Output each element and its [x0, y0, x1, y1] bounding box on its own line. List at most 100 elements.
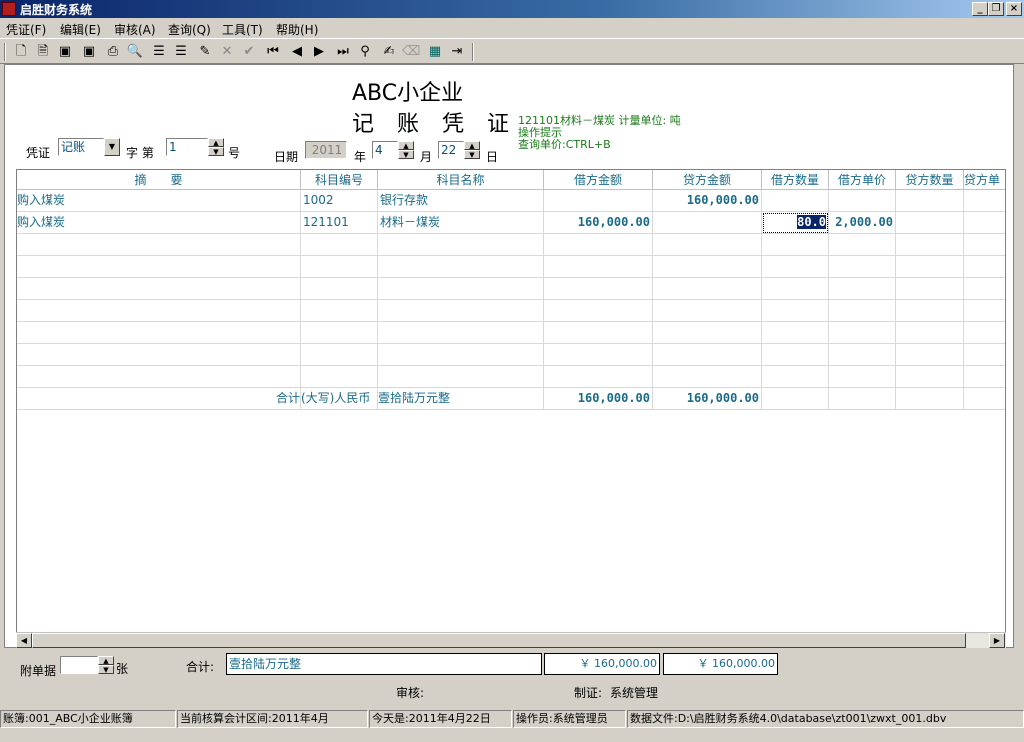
- empty-cell[interactable]: [378, 322, 544, 344]
- empty-cell[interactable]: [378, 300, 544, 322]
- empty-cell[interactable]: [653, 344, 762, 366]
- print-preview-icon[interactable]: 🔍: [126, 43, 144, 61]
- empty-cell[interactable]: [896, 366, 964, 388]
- menu-voucher[interactable]: 凭证(F): [6, 21, 46, 38]
- empty-cell[interactable]: [829, 256, 896, 278]
- cell-debit[interactable]: 160,000.00: [544, 212, 653, 234]
- empty-cell[interactable]: [896, 344, 964, 366]
- empty-cell[interactable]: [653, 256, 762, 278]
- empty-cell[interactable]: [301, 366, 378, 388]
- print-icon[interactable]: ⎙: [104, 43, 122, 61]
- empty-cell[interactable]: [762, 256, 829, 278]
- voucher-type-dropdown[interactable]: ▼: [104, 138, 120, 156]
- cancel-icon[interactable]: ✕: [218, 43, 236, 61]
- cell-name[interactable]: 银行存款: [378, 190, 544, 212]
- empty-cell[interactable]: [301, 322, 378, 344]
- empty-cell[interactable]: [829, 234, 896, 256]
- col-header-name[interactable]: 科目名称: [378, 170, 544, 190]
- empty-cell[interactable]: [544, 256, 653, 278]
- col-header-credit-qty[interactable]: 贷方数量: [896, 170, 964, 190]
- day-input[interactable]: 22: [438, 141, 464, 159]
- empty-cell[interactable]: [653, 300, 762, 322]
- cell-summary[interactable]: 购入煤炭: [17, 212, 301, 234]
- minimize-button[interactable]: _: [972, 2, 988, 16]
- menu-audit[interactable]: 审核(A): [114, 21, 156, 38]
- empty-cell[interactable]: [762, 366, 829, 388]
- new-icon[interactable]: 🗋: [12, 43, 30, 61]
- empty-cell[interactable]: [653, 366, 762, 388]
- exit-icon[interactable]: ⇥: [448, 43, 466, 61]
- first-record-icon[interactable]: ⏮: [264, 43, 282, 61]
- col-header-summary[interactable]: 摘 要: [17, 170, 301, 190]
- cell-debit-qty[interactable]: [762, 190, 829, 212]
- save-as-icon[interactable]: ▣: [80, 43, 98, 61]
- empty-cell[interactable]: [301, 300, 378, 322]
- empty-cell[interactable]: [964, 300, 1005, 322]
- close-button[interactable]: ×: [1006, 2, 1022, 16]
- empty-cell[interactable]: [17, 234, 301, 256]
- empty-cell[interactable]: [762, 234, 829, 256]
- voucher-number-spinner[interactable]: ▲ ▼: [208, 138, 224, 156]
- restore-button[interactable]: ❐: [988, 2, 1004, 16]
- empty-cell[interactable]: [896, 300, 964, 322]
- empty-cell[interactable]: [653, 278, 762, 300]
- empty-cell[interactable]: [896, 256, 964, 278]
- next-record-icon[interactable]: ▶: [310, 43, 328, 61]
- empty-cell[interactable]: [762, 300, 829, 322]
- empty-cell[interactable]: [964, 344, 1005, 366]
- menu-edit[interactable]: 编辑(E): [60, 21, 101, 38]
- empty-cell[interactable]: [829, 300, 896, 322]
- app-icon[interactable]: [2, 2, 16, 16]
- cell-credit-price[interactable]: [964, 190, 1005, 212]
- empty-cell[interactable]: [17, 322, 301, 344]
- eraser-icon[interactable]: ⌫: [402, 43, 420, 61]
- empty-cell[interactable]: [829, 278, 896, 300]
- empty-cell[interactable]: [301, 234, 378, 256]
- empty-cell[interactable]: [762, 322, 829, 344]
- cell-credit[interactable]: [653, 212, 762, 234]
- empty-cell[interactable]: [17, 366, 301, 388]
- empty-cell[interactable]: [762, 278, 829, 300]
- empty-cell[interactable]: [544, 366, 653, 388]
- empty-cell[interactable]: [17, 344, 301, 366]
- empty-cell[interactable]: [17, 300, 301, 322]
- empty-cell[interactable]: [964, 322, 1005, 344]
- day-spinner[interactable]: ▲ ▼: [464, 141, 480, 159]
- attach-count-input[interactable]: [60, 656, 98, 674]
- confirm-icon[interactable]: ✔: [240, 43, 258, 61]
- empty-cell[interactable]: [378, 366, 544, 388]
- empty-cell[interactable]: [544, 234, 653, 256]
- empty-cell[interactable]: [378, 256, 544, 278]
- empty-cell[interactable]: [544, 278, 653, 300]
- menu-query[interactable]: 查询(Q): [168, 21, 211, 38]
- empty-cell[interactable]: [378, 234, 544, 256]
- edit-icon[interactable]: ✎: [196, 43, 214, 61]
- empty-cell[interactable]: [544, 300, 653, 322]
- empty-cell[interactable]: [378, 278, 544, 300]
- insert-row-icon[interactable]: ☰: [150, 43, 168, 61]
- debit-qty-value[interactable]: 80.0: [797, 215, 826, 229]
- empty-cell[interactable]: [964, 256, 1005, 278]
- month-input[interactable]: 4: [372, 141, 398, 159]
- find-icon[interactable]: ⚲: [356, 43, 374, 61]
- cell-credit-price[interactable]: [964, 212, 1005, 234]
- calculator-icon[interactable]: ▦: [426, 43, 444, 61]
- voucher-number-input[interactable]: 1: [166, 138, 208, 156]
- menu-tools[interactable]: 工具(T): [222, 21, 263, 38]
- empty-cell[interactable]: [17, 256, 301, 278]
- col-header-debit-qty[interactable]: 借方数量: [762, 170, 829, 190]
- voucher-type-select[interactable]: 记账: [58, 138, 104, 156]
- col-header-credit[interactable]: 贷方金额: [653, 170, 762, 190]
- empty-cell[interactable]: [829, 322, 896, 344]
- cell-debit-qty-selected[interactable]: 80.0: [762, 212, 829, 234]
- prev-record-icon[interactable]: ◀: [288, 43, 306, 61]
- scroll-right-button[interactable]: ▶: [989, 633, 1005, 648]
- delete-row-icon[interactable]: ☰: [172, 43, 190, 61]
- last-record-icon[interactable]: ⏭: [334, 43, 352, 61]
- empty-cell[interactable]: [829, 344, 896, 366]
- col-header-debit-price[interactable]: 借方单价: [829, 170, 896, 190]
- cell-credit[interactable]: 160,000.00: [653, 190, 762, 212]
- signature-icon[interactable]: ✍: [380, 43, 398, 61]
- empty-cell[interactable]: [896, 278, 964, 300]
- empty-cell[interactable]: [896, 234, 964, 256]
